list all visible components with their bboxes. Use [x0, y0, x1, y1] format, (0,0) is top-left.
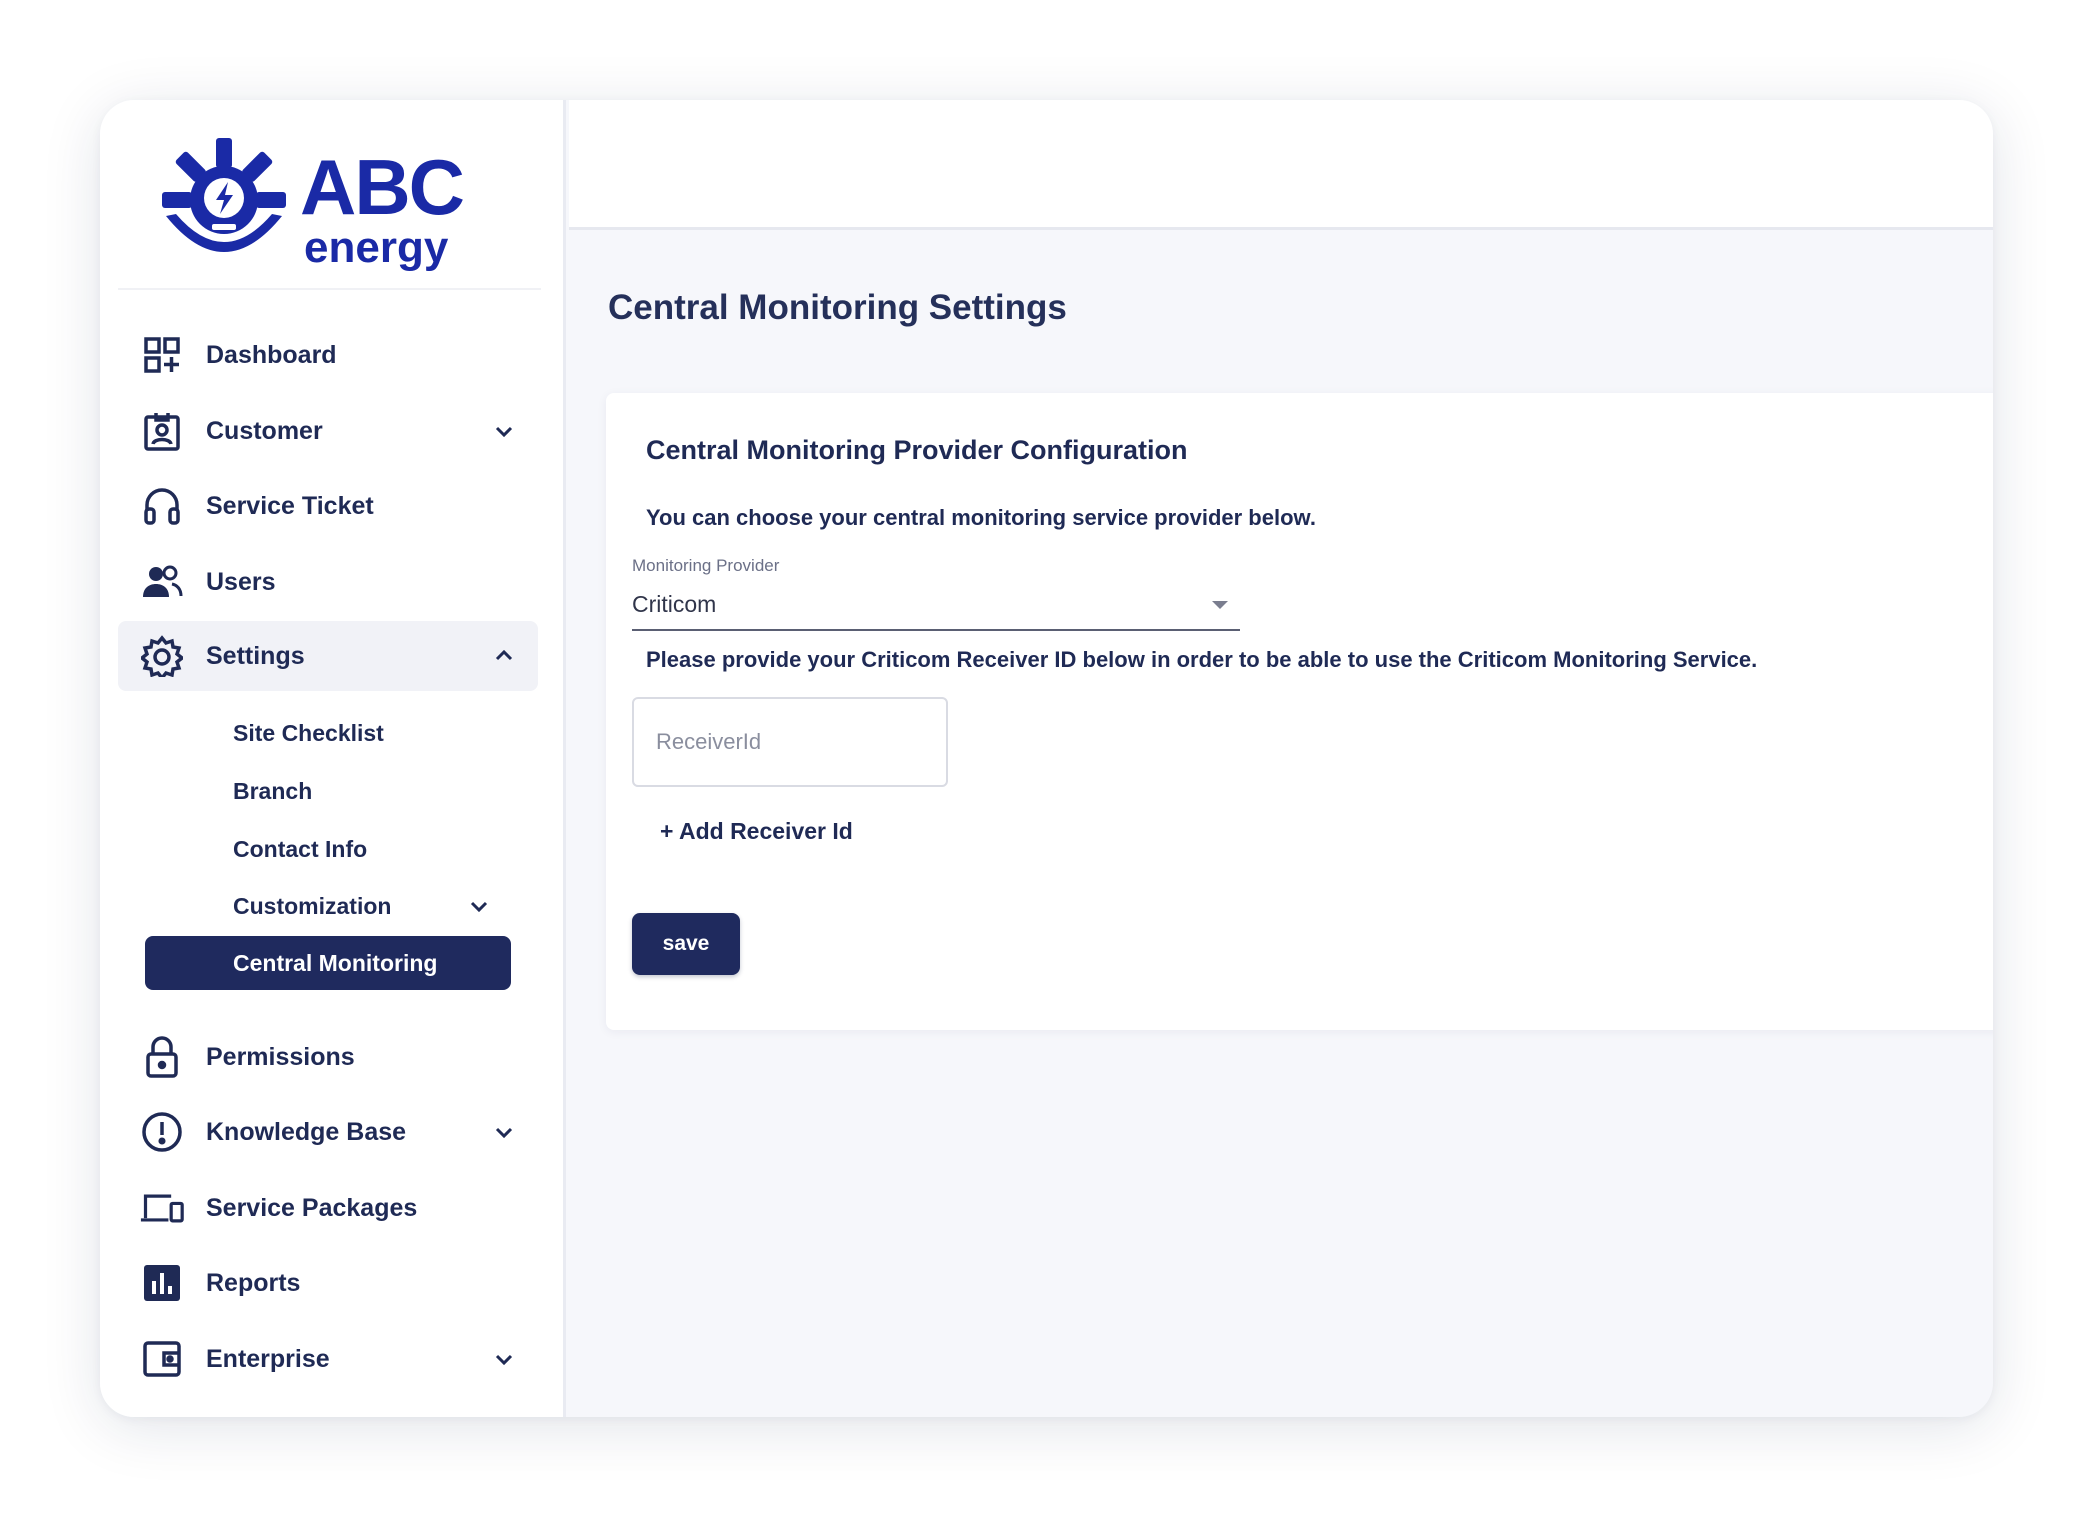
sidebar-item-label: Knowledge Base	[206, 1117, 407, 1146]
sidebar-item-dashboard[interactable]: Dashboard	[118, 320, 538, 390]
card-title: Central Monitoring Provider Configuratio…	[646, 435, 1188, 465]
receiver-id-instructions: Please provide your Criticom Receiver ID…	[646, 647, 1758, 672]
receiver-id-input[interactable]	[632, 697, 948, 787]
sidebar-item-service-ticket[interactable]: Service Ticket	[118, 471, 538, 541]
sidebar-item-label: Permissions	[206, 1042, 355, 1071]
submenu-item-site-checklist[interactable]: Site Checklist	[233, 713, 384, 753]
sidebar-item-label: Settings	[206, 641, 305, 670]
id-badge-icon	[140, 409, 184, 453]
sidebar-item-users[interactable]: Users	[118, 547, 538, 617]
add-receiver-id-button[interactable]: + Add Receiver Id	[660, 818, 853, 845]
provider-select-label: Monitoring Provider	[632, 556, 780, 575]
sidebar-item-knowledge-base[interactable]: Knowledge Base	[118, 1097, 538, 1167]
chevron-down-icon[interactable]	[492, 419, 516, 443]
submenu-item-branch[interactable]: Branch	[233, 771, 312, 811]
wallet-icon	[140, 1337, 184, 1381]
brand-subname: energy	[304, 223, 449, 272]
sidebar-item-service-packages[interactable]: Service Packages	[118, 1173, 538, 1243]
sidebar-item-enterprise[interactable]: Enterprise	[118, 1324, 538, 1394]
select-value: Criticom	[632, 591, 717, 617]
headset-icon	[140, 484, 184, 528]
sidebar-item-label: Customer	[206, 416, 323, 445]
brand-logo[interactable]: ABC energy	[118, 130, 541, 290]
app-window: ABC energy Dashboard Customer Service Ti…	[100, 100, 1993, 1417]
logo-sun-bulb-icon	[162, 138, 286, 252]
chevron-down-icon[interactable]	[467, 894, 491, 918]
monitoring-provider-select[interactable]: Criticom	[632, 581, 1240, 631]
sidebar-item-customer[interactable]: Customer	[118, 396, 538, 466]
save-button[interactable]: save	[632, 913, 740, 975]
exclamation-circle-icon	[140, 1110, 184, 1154]
sidebar-item-label: Users	[206, 567, 276, 596]
users-icon	[140, 560, 184, 604]
lock-icon	[140, 1035, 184, 1079]
devices-icon	[140, 1186, 184, 1230]
sidebar-item-permissions[interactable]: Permissions	[118, 1022, 538, 1092]
chevron-down-icon[interactable]	[492, 1120, 516, 1144]
submenu-item-contact-info[interactable]: Contact Info	[233, 829, 367, 869]
sidebar-item-label: Reports	[206, 1268, 301, 1297]
sidebar-item-label: Dashboard	[206, 340, 337, 369]
chevron-up-icon[interactable]	[492, 644, 516, 668]
chevron-down-icon[interactable]	[492, 1347, 516, 1371]
page-title: Central Monitoring Settings	[608, 288, 1067, 327]
bar-chart-icon	[140, 1261, 184, 1305]
submenu-item-customization[interactable]: Customization	[233, 886, 391, 926]
top-bar	[569, 100, 1993, 230]
sidebar-item-reports[interactable]: Reports	[118, 1248, 538, 1318]
submenu-item-central-monitoring[interactable]: Central Monitoring	[145, 936, 511, 990]
sidebar-item-label: Service Ticket	[206, 491, 374, 520]
brand-name: ABC	[300, 143, 465, 231]
sidebar-item-label: Service Packages	[206, 1193, 418, 1222]
dashboard-grid-icon	[140, 333, 184, 377]
sidebar-item-settings[interactable]: Settings	[118, 621, 538, 691]
gear-icon	[140, 634, 184, 678]
sidebar: ABC energy Dashboard Customer Service Ti…	[100, 100, 566, 1417]
provider-config-card: Central Monitoring Provider Configuratio…	[606, 393, 1993, 1030]
caret-down-icon	[1212, 601, 1228, 609]
sidebar-item-label: Enterprise	[206, 1344, 330, 1373]
card-description: You can choose your central monitoring s…	[646, 505, 1316, 530]
